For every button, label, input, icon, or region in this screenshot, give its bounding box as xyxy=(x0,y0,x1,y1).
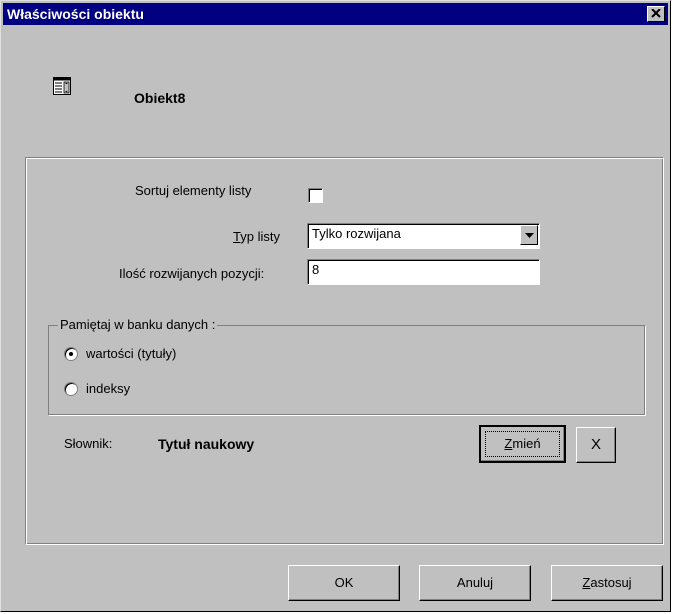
clear-button-label: X xyxy=(590,436,601,453)
dropdown-count-value: 8 xyxy=(312,262,320,277)
ok-button[interactable]: OK xyxy=(288,565,400,601)
change-dictionary-button[interactable]: Zmień xyxy=(479,425,566,463)
object-name: Obiekt8 xyxy=(134,90,186,106)
chevron-down-icon xyxy=(525,233,534,238)
radio-indexes-label[interactable]: indeksy xyxy=(86,381,130,396)
sort-items-label: Sortuj elementy listy xyxy=(135,183,252,198)
cancel-button-label: Anuluj xyxy=(456,575,494,590)
list-type-select[interactable]: Tylko rozwijana xyxy=(307,223,540,249)
apply-button-label: Zastosuj xyxy=(582,575,631,590)
close-button[interactable] xyxy=(647,6,665,22)
dictionary-label: Słownik: xyxy=(64,436,113,451)
close-icon xyxy=(651,9,661,18)
window-title: Właściwości obiektu xyxy=(7,6,144,22)
store-group-title: Pamiętaj w banku danych : xyxy=(58,317,218,332)
apply-label-rest: astosuj xyxy=(590,575,632,590)
list-type-dropdown-button[interactable] xyxy=(520,225,538,245)
title-bar[interactable]: Właściwości obiektu xyxy=(3,3,668,25)
radio-selected-dot xyxy=(69,352,73,356)
apply-button[interactable]: Zastosuj xyxy=(551,565,663,601)
cancel-button[interactable]: Anuluj xyxy=(419,565,531,601)
store-in-database-group: Pamiętaj w banku danych : xyxy=(48,317,645,415)
radio-indexes[interactable] xyxy=(64,382,78,396)
properties-dialog: Właściwości obiektu Obiekt8 Sortuj eleme… xyxy=(0,0,671,612)
focus-rect xyxy=(485,431,560,457)
clear-dictionary-button[interactable]: X xyxy=(576,427,616,463)
list-type-value: Tylko rozwijana xyxy=(312,226,401,241)
dictionary-value: Tytuł naukowy xyxy=(158,436,255,452)
ok-button-label: OK xyxy=(334,575,354,590)
list-type-label: Typ listy xyxy=(233,229,280,244)
dropdown-count-label: Ilość rozwijanych pozycji: xyxy=(119,266,265,281)
radio-values-label[interactable]: wartości (tytuły) xyxy=(86,346,176,361)
sort-items-checkbox[interactable] xyxy=(308,188,323,203)
list-object-icon xyxy=(53,77,71,95)
dropdown-count-field[interactable]: 8 xyxy=(307,259,540,285)
list-type-label-rest: yp listy xyxy=(240,229,280,244)
radio-values[interactable] xyxy=(64,347,78,361)
